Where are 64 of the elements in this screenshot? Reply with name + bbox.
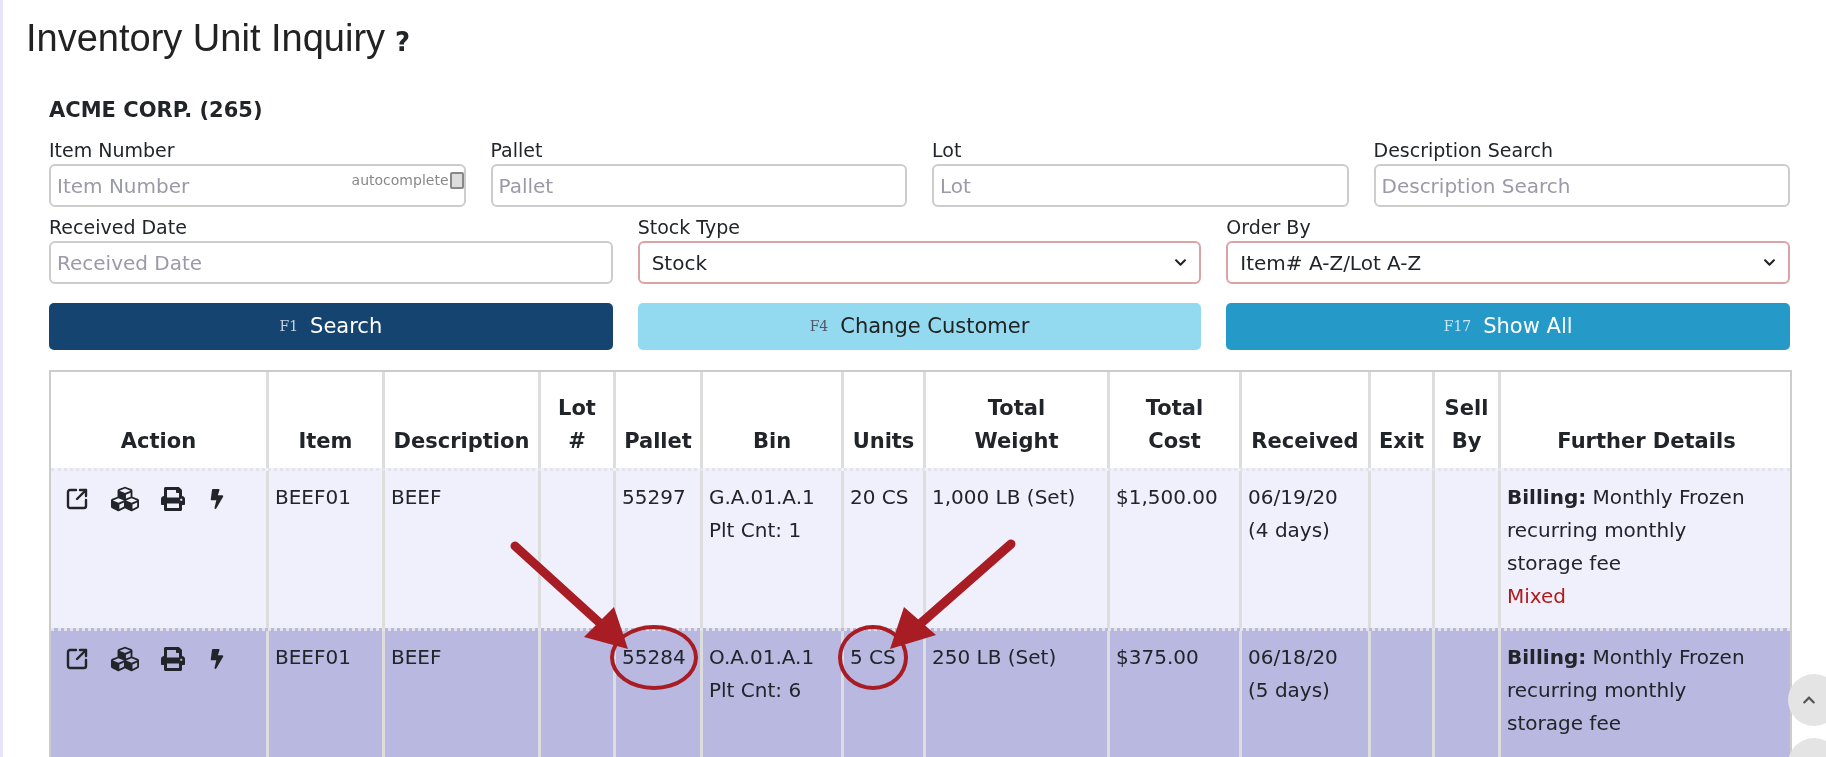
input-field[interactable]: Description Search	[1373, 164, 1790, 207]
column-header: Description	[393, 428, 530, 455]
table-cell-text: 1,000 LB (Set)	[932, 484, 1076, 511]
print-icon[interactable]	[161, 647, 185, 671]
field-label: Stock Type	[637, 215, 741, 240]
table-cell-text: 55284	[622, 641, 686, 674]
column-header: Further Details	[1557, 428, 1736, 455]
table-cell-text: BEEF01	[275, 484, 351, 511]
status-tag: Mixed	[1507, 580, 1748, 613]
billing-details: Billing: Monthly Frozen recurring monthly storage fee	[1507, 644, 1746, 737]
open-external-icon[interactable]	[65, 647, 89, 671]
action-button[interactable]: F4 Change Customer	[637, 303, 1202, 350]
table-cell-text: $1,500.00	[1116, 484, 1218, 511]
column-header: Action	[120, 428, 197, 455]
column-header: Sell By	[1444, 395, 1489, 455]
input-field[interactable]: Received Date	[49, 241, 613, 284]
table-cell-text: BEEF	[391, 484, 442, 511]
table-cell-text: 55297	[622, 484, 686, 511]
select-field[interactable]: Stock	[637, 241, 1202, 284]
chevron-down-icon	[1174, 256, 1188, 269]
action-button[interactable]: F1 Search	[49, 303, 613, 350]
column-header: Total Cost	[1145, 395, 1204, 455]
field-label: Description Search	[1373, 138, 1555, 163]
table-cell-text: (5 days)	[1248, 677, 1330, 704]
billing-details: Billing: Monthly Frozen recurring monthly storage fee	[1507, 484, 1746, 577]
table-row[interactable]: BEEF01 BEEF 55297 G.A.01.A.1 Plt Cnt: 1 20 CS 1,000 LB (Set) $1,500.00 06/19/20 (4 days) Billing: Monthly Frozen recurring monthly storage fee Mixed	[51, 468, 1790, 628]
cubes-icon[interactable]	[111, 645, 139, 673]
chevron-down-icon	[1763, 256, 1776, 269]
table-cell-text: G.A.01.A.1	[709, 484, 815, 511]
print-icon[interactable]	[161, 487, 185, 511]
field-label: Order By	[1226, 215, 1312, 240]
column-header: Units	[852, 428, 915, 455]
field-label: Item Number	[49, 138, 176, 163]
table-cell-text: 20 CS	[850, 484, 909, 511]
column-header: Bin	[752, 428, 792, 455]
select-field[interactable]: Item# A-Z/Lot A-Z	[1226, 241, 1790, 284]
table-cell-text: BEEF01	[275, 644, 351, 671]
field-label: Pallet	[490, 138, 544, 163]
customer-name: ACME CORP. (265)	[49, 97, 264, 124]
field-label: Lot	[932, 138, 963, 163]
table-cell-text: (4 days)	[1248, 517, 1330, 544]
help-link[interactable]: ?	[395, 23, 411, 62]
table-cell-text: Plt Cnt: 1	[709, 517, 802, 544]
table-cell-text: 250 LB (Set)	[932, 644, 1057, 671]
cubes-icon[interactable]	[111, 485, 139, 513]
field-label: Received Date	[49, 215, 188, 240]
column-header: Lot #	[558, 395, 596, 455]
table-cell-text: $375.00	[1116, 644, 1199, 671]
column-header: Pallet	[624, 428, 692, 455]
column-header: Item	[298, 428, 353, 455]
column-header: Total Weight	[974, 395, 1059, 455]
input-field[interactable]: Lot	[932, 164, 1349, 207]
open-external-icon[interactable]	[65, 487, 89, 511]
input-field[interactable]: Pallet	[490, 164, 907, 207]
table-cell-text: 06/19/20	[1248, 484, 1338, 511]
autocomplete-label: autocomplete	[351, 171, 449, 190]
table-cell-text: O.A.01.A.1	[709, 644, 815, 671]
column-header: Received	[1251, 428, 1359, 455]
table-cell-text: Plt Cnt: 6	[709, 677, 802, 704]
table-cell-text: 06/18/20	[1248, 644, 1338, 671]
table-cell-text: 5 CS	[850, 641, 896, 674]
page-title: Inventory Unit Inquiry	[26, 16, 386, 61]
column-header: Exit	[1378, 428, 1425, 455]
table-cell-text: BEEF	[391, 644, 442, 671]
